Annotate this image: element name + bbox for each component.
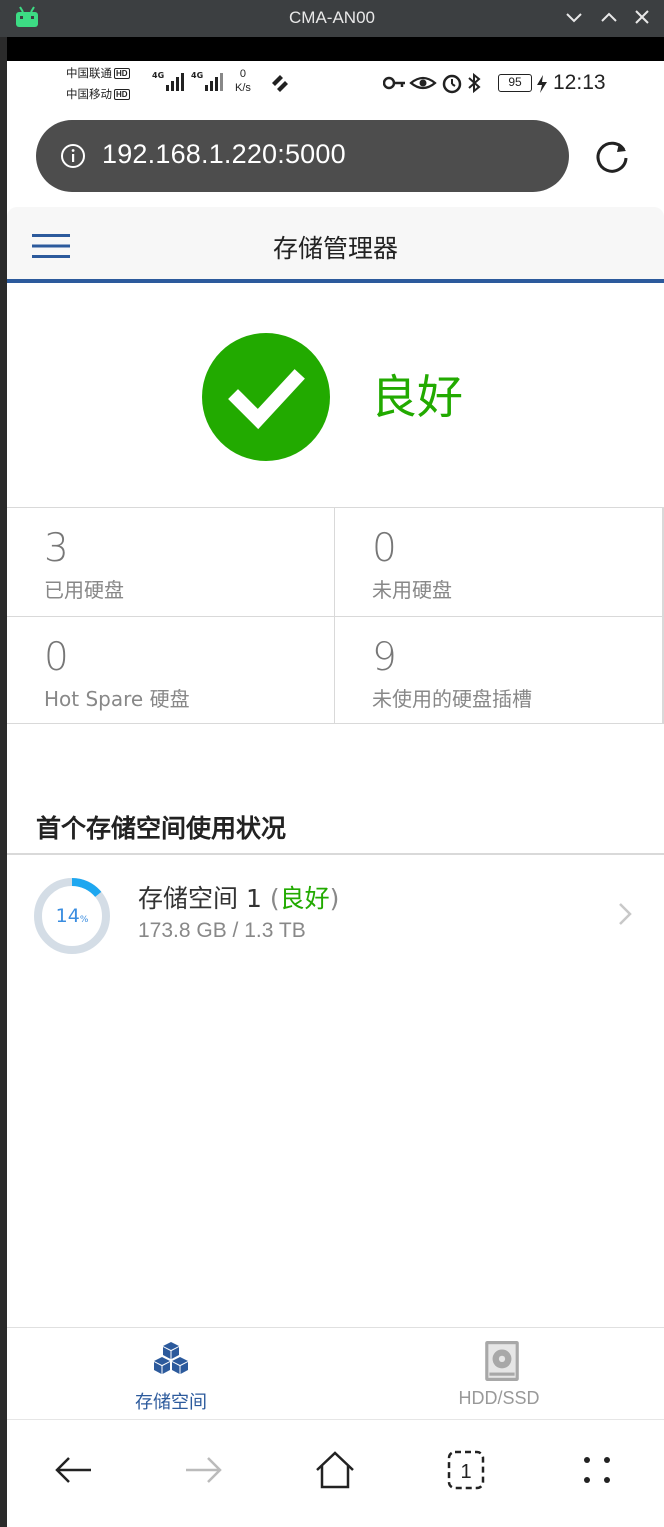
battery-icon: 95	[498, 74, 532, 92]
disk-stats-grid: 3 已用硬盘 0 未用硬盘 0 Hot Spare 硬盘 9 未使用的硬盘插槽	[7, 507, 664, 724]
home-icon[interactable]	[313, 1448, 357, 1492]
svg-text:1: 1	[460, 1461, 471, 1483]
tab-storage-pool[interactable]: 存储空间	[7, 1328, 335, 1418]
section-title: 首个存储空间使用状况	[36, 814, 287, 843]
pool-size: 173.8 GB / 1.3 TB	[138, 919, 306, 942]
tab-label: 存储空间	[135, 1392, 207, 1413]
url-text[interactable]: 192.168.1.220:5000	[102, 139, 346, 170]
pool-name: 存储空间 1 (良好)	[138, 884, 340, 913]
emulator-frame-top	[0, 37, 664, 61]
back-arrow-icon[interactable]	[51, 1448, 95, 1492]
carrier-1: 中国联通 HD	[66, 68, 130, 80]
chevron-right-icon[interactable]	[617, 901, 633, 927]
carrier-2: 中国移动 HD	[66, 89, 130, 101]
signal-icon-2: 4G	[191, 71, 223, 91]
app-header: 存储管理器	[7, 207, 664, 283]
stat-empty-slots: 9 未使用的硬盘插槽	[334, 616, 662, 724]
tab-hdd-ssd[interactable]: HDD/SSD	[335, 1328, 663, 1418]
usage-percent: 14%	[55, 905, 89, 927]
check-circle-icon	[202, 333, 330, 461]
pool-status: 良好	[279, 884, 330, 913]
key-icon	[383, 76, 405, 90]
tab-label: HDD/SSD	[458, 1388, 540, 1408]
browser-nav-bar: 1	[7, 1419, 664, 1527]
chevron-up-icon[interactable]	[598, 6, 620, 28]
emulator-frame-left	[0, 37, 7, 1527]
signal-icon: 4G	[152, 71, 184, 91]
data-saver-icon	[272, 75, 288, 92]
emulator-title-bar: CMA-AN00	[0, 0, 664, 37]
eye-icon	[409, 76, 437, 90]
network-speed: 0 K/s	[235, 68, 251, 94]
more-menu-icon[interactable]	[575, 1448, 619, 1492]
cubes-icon	[154, 1342, 188, 1374]
bottom-tab-bar: 存储空间 HDD/SSD	[7, 1327, 664, 1419]
bluetooth-icon	[468, 72, 481, 94]
forward-arrow-icon[interactable]	[182, 1448, 226, 1492]
stat-hot-spare: 0 Hot Spare 硬盘	[7, 616, 335, 724]
svg-text:4G: 4G	[152, 71, 164, 80]
info-icon[interactable]	[60, 143, 86, 169]
svg-text:4G: 4G	[191, 71, 203, 80]
hard-disk-icon	[485, 1341, 519, 1381]
charging-icon	[537, 75, 547, 93]
status-icons	[383, 72, 481, 94]
chevron-down-icon[interactable]	[563, 6, 585, 28]
address-bar[interactable]: 192.168.1.220:5000	[36, 120, 569, 192]
page-title: 存储管理器	[272, 234, 398, 263]
reload-icon[interactable]	[592, 136, 632, 176]
storage-pool-item[interactable]: 14% 存储空间 1 (良好) 173.8 GB / 1.3 TB	[7, 855, 664, 975]
health-status: 良好	[371, 370, 463, 424]
status-bar: 中国联通 HD 中国移动 HD 4G 4G 0 K/s 95 12:13	[7, 61, 664, 109]
alarm-icon	[442, 74, 462, 94]
phone-screen: 中国联通 HD 中国移动 HD 4G 4G 0 K/s 95 12:13 192.16	[7, 61, 664, 1527]
clock: 12:13	[553, 71, 606, 94]
stat-used-disks: 3 已用硬盘	[44, 526, 124, 602]
stat-unused-disks: 0 未用硬盘	[334, 508, 662, 616]
close-icon[interactable]	[631, 6, 653, 28]
tabs-icon[interactable]: 1	[444, 1448, 488, 1492]
